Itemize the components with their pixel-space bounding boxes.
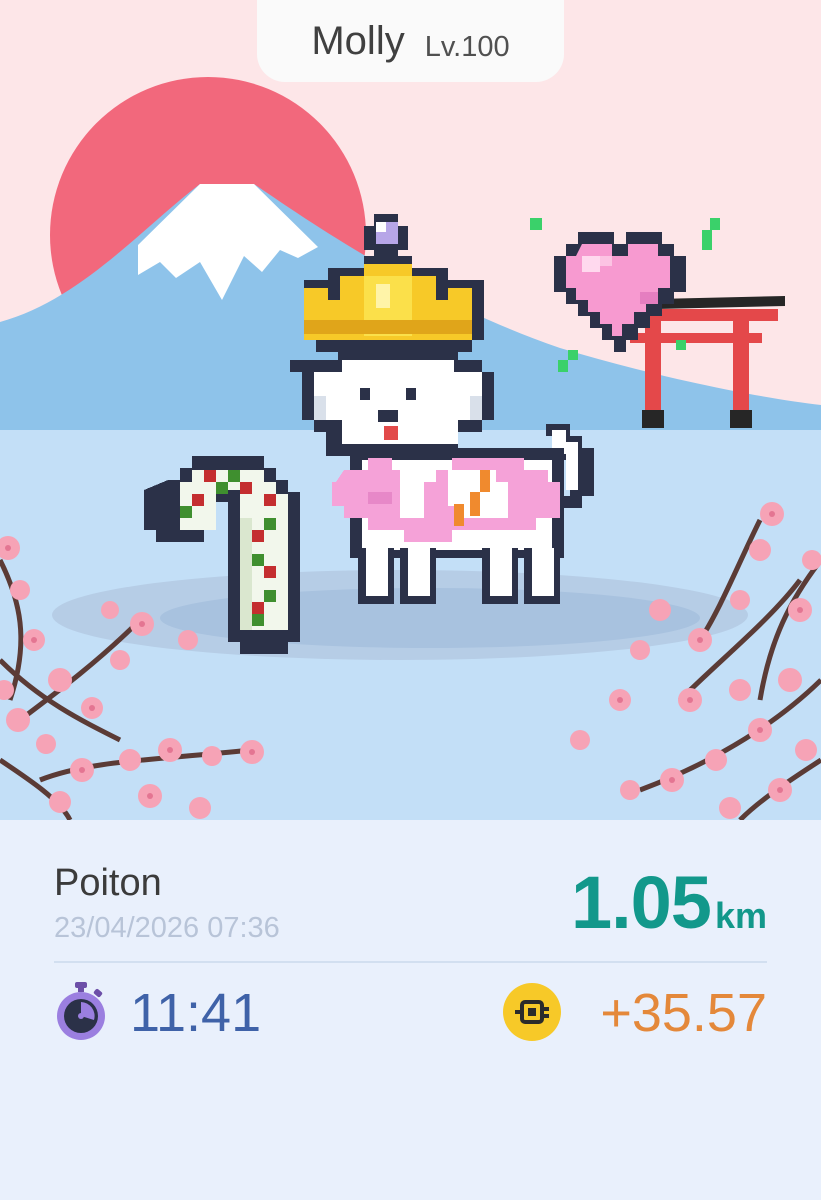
reward-amount: +35.57 — [600, 983, 767, 1043]
activity-summary: Poiton 23/04/2026 07:36 1.05 km 11:41 +3… — [0, 820, 821, 1200]
stopwatch-icon — [57, 982, 105, 1040]
activity-datetime: 23/04/2026 07:36 — [54, 912, 280, 944]
user-name: Poiton — [54, 862, 162, 904]
token-icon — [503, 983, 561, 1041]
scene-background — [0, 0, 821, 820]
divider — [54, 961, 767, 963]
pet-name: Molly — [311, 19, 405, 63]
pet-name-badge: Molly Lv.100 — [257, 0, 564, 82]
distance-unit: km — [714, 895, 767, 936]
distance-value: 1.05 — [570, 861, 712, 944]
pet-level: Lv.100 — [424, 31, 510, 63]
distance: 1.05 km — [571, 860, 767, 945]
duration: 11:41 — [130, 983, 262, 1043]
pet-scene: Molly Lv.100 — [0, 0, 821, 820]
